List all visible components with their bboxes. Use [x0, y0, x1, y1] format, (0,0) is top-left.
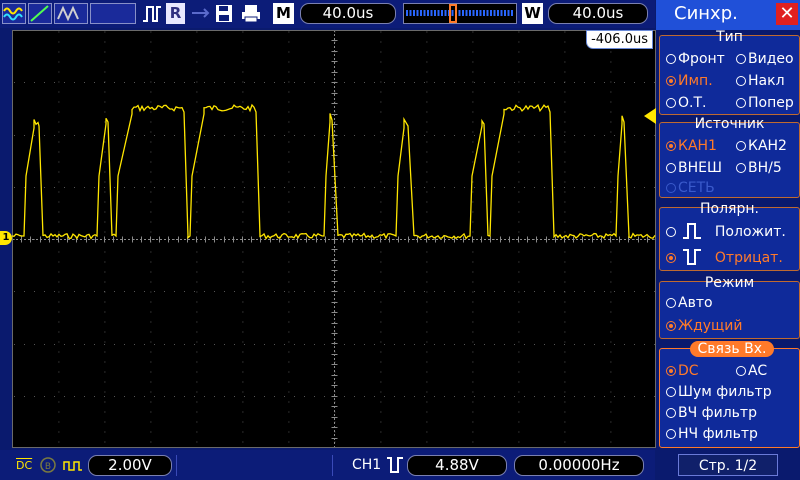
radio-icon: [666, 98, 676, 108]
horizontal-position-display[interactable]: 40.0us: [300, 3, 396, 24]
polarity-group[interactable]: Полярн. Положит. Отрицат.: [659, 201, 800, 271]
radio-icon: [666, 429, 676, 439]
ref-waveform-icon[interactable]: [54, 3, 88, 24]
option-pulse[interactable]: Имп.: [666, 73, 713, 89]
radio-icon: [736, 366, 746, 376]
ch1-probe-icon: [62, 455, 84, 476]
trigger-level-marker[interactable]: [644, 108, 656, 124]
window-label: W: [522, 3, 543, 24]
option-dc[interactable]: DC: [666, 363, 699, 379]
dc-coupling-label: DC: [16, 459, 33, 472]
waveform-display[interactable]: -406.0us: [12, 30, 656, 448]
radio-icon: [736, 98, 746, 108]
radio-icon: [666, 183, 676, 193]
top-toolbar: R M 40.0us W 40.0us: [0, 0, 655, 28]
option-lf-reject[interactable]: НЧ фильтр: [666, 426, 758, 442]
sweep-mode-group[interactable]: Режим Авто Ждущий: [659, 275, 800, 339]
frequency-counter-display: 0.00000Hz: [514, 455, 644, 476]
radio-icon: [666, 298, 676, 308]
radio-selected-icon: [666, 321, 676, 331]
memory-window-overview[interactable]: [403, 3, 517, 24]
negative-pulse-icon: [683, 249, 702, 265]
page-button[interactable]: Стр. 1/2: [678, 454, 778, 476]
radio-icon: [736, 163, 746, 173]
option-ext5[interactable]: ВН/5: [736, 160, 782, 176]
radio-icon: [666, 408, 676, 418]
usb-icon: [190, 3, 212, 24]
pulse-trigger-icon: [142, 3, 162, 24]
group-title: Полярн.: [700, 201, 759, 217]
radio-selected-icon: [666, 253, 676, 263]
radio-icon: [666, 387, 676, 397]
menu-header: Синхр. ✕: [656, 0, 800, 30]
svg-text:B: B: [45, 462, 51, 472]
close-button[interactable]: ✕: [776, 3, 798, 25]
option-ch1[interactable]: КАН1: [666, 138, 717, 154]
option-slope[interactable]: Накл: [736, 73, 785, 89]
coupling-group[interactable]: Связь Вх. DC AC Шум фильтр ВЧ фильтр НЧ …: [659, 341, 800, 448]
radio-icon: [736, 141, 746, 151]
trigger-level-display[interactable]: 4.88V: [407, 455, 507, 476]
option-alt[interactable]: О.Т.: [666, 95, 706, 111]
option-auto[interactable]: Авто: [666, 295, 713, 311]
group-title: Тип: [716, 29, 743, 45]
trigger-source-label: CH1: [352, 457, 382, 473]
trigger-menu: Синхр. ✕ Тип Фронт Видео Имп. Накл О.Т. …: [656, 0, 800, 480]
memory-depth-label: M: [273, 3, 294, 24]
timebase-display[interactable]: 40.0us: [548, 3, 648, 24]
save-icon[interactable]: [214, 3, 236, 24]
option-noise-reject[interactable]: Шум фильтр: [666, 384, 772, 400]
trigger-type-group[interactable]: Тип Фронт Видео Имп. Накл О.Т. Попер: [659, 29, 800, 115]
radio-selected-icon: [666, 76, 676, 86]
bandwidth-limit-icon: B: [38, 455, 58, 476]
option-edge[interactable]: Фронт: [666, 51, 725, 67]
option-negative[interactable]: Отрицат.: [666, 248, 783, 266]
menu-title: Синхр.: [674, 3, 738, 24]
ch1-waveform-trace: [12, 103, 656, 240]
bottom-status-bar: DC B 2.00V CH1 4.88V 0.00000Hz: [0, 450, 655, 480]
option-ac-line: СЕТЬ: [666, 180, 715, 196]
ch1-scale-display[interactable]: 2.00V: [88, 455, 172, 476]
radio-icon: [736, 54, 746, 64]
divider: [176, 455, 177, 476]
negative-pulse-icon: [386, 455, 404, 476]
waveform-channel-icon[interactable]: [2, 3, 26, 24]
math-ramp-icon[interactable]: [28, 3, 52, 24]
option-ac[interactable]: AC: [736, 363, 767, 379]
option-hf-reject[interactable]: ВЧ фильтр: [666, 405, 757, 421]
group-title: Режим: [704, 275, 755, 291]
run-mode-label: R: [166, 3, 185, 24]
option-positive[interactable]: Положит.: [666, 222, 786, 240]
radio-icon: [736, 76, 746, 86]
group-title: Источник: [694, 116, 765, 132]
close-icon: ✕: [779, 3, 795, 24]
radio-selected-icon: [666, 366, 676, 376]
trigger-source-group[interactable]: Источник КАН1 КАН2 ВНЕШ ВН/5 СЕТЬ: [659, 116, 800, 198]
trigger-offset-badge: -406.0us: [586, 30, 653, 49]
group-title: Связь Вх.: [690, 341, 774, 357]
radio-icon: [666, 227, 676, 237]
option-ch2[interactable]: КАН2: [736, 138, 787, 154]
radio-icon: [666, 163, 676, 173]
divider: [332, 455, 333, 476]
print-icon[interactable]: [240, 3, 264, 24]
radio-icon: [666, 54, 676, 64]
option-normal[interactable]: Ждущий: [666, 318, 742, 334]
radio-selected-icon: [666, 141, 676, 151]
option-video[interactable]: Видео: [736, 51, 794, 67]
ch1-ground-marker[interactable]: 1: [0, 231, 12, 245]
positive-pulse-icon: [683, 223, 702, 239]
empty-slot-icon: [90, 3, 136, 24]
option-ext[interactable]: ВНЕШ: [666, 160, 722, 176]
option-cross[interactable]: Попер: [736, 95, 794, 111]
